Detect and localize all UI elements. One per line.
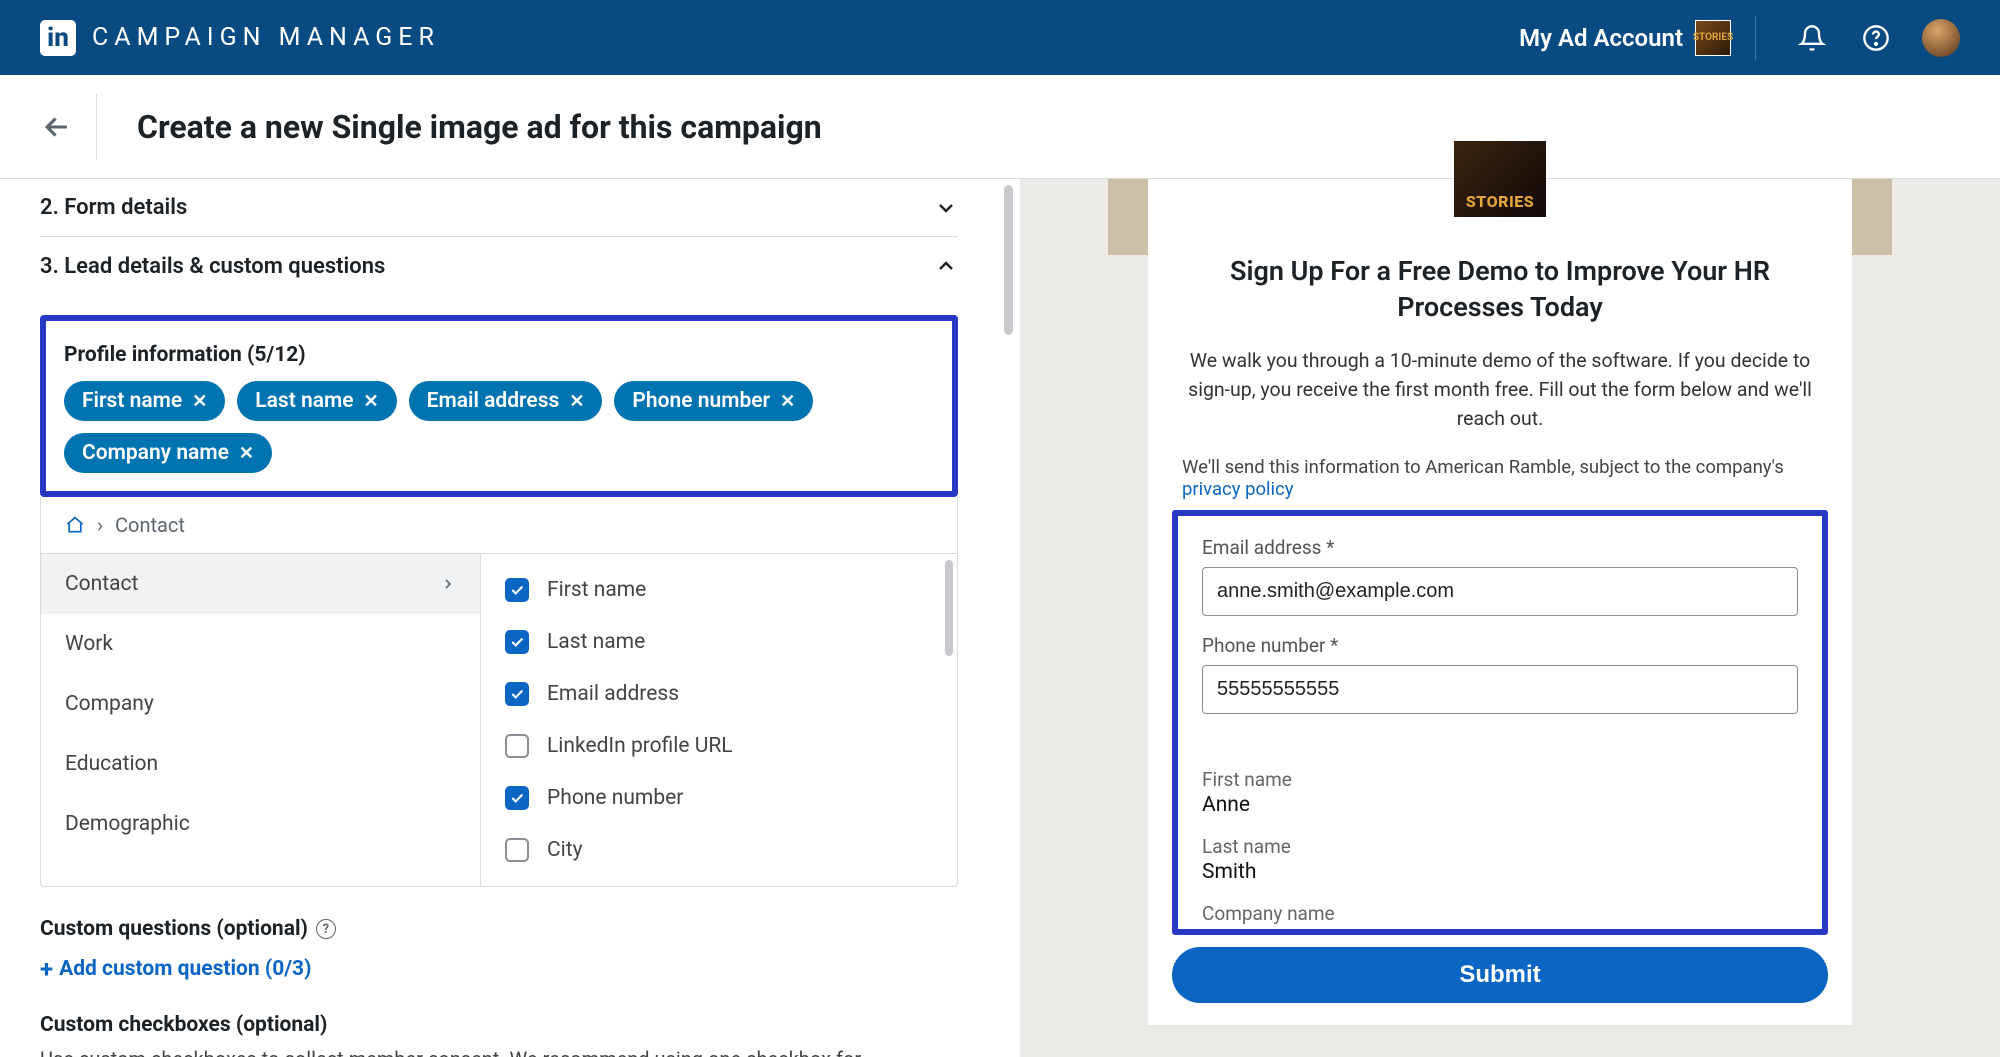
- main-area: 2. Form details 3. Lead details & custom…: [0, 179, 2000, 1057]
- app-name: CAMPAIGN MANAGER: [92, 23, 440, 52]
- option-list: First nameLast nameEmail addressLinkedIn…: [481, 554, 957, 886]
- category-company[interactable]: Company: [41, 674, 480, 734]
- privacy-disclosure-text: We'll send this information to American …: [1182, 456, 1784, 478]
- option-first-name[interactable]: First name: [481, 564, 957, 616]
- category-education[interactable]: Education: [41, 734, 480, 794]
- form-fields-callout: Email address * Phone number * First nam…: [1172, 510, 1828, 935]
- category-list: ContactWorkCompanyEducationDemographic: [41, 554, 481, 886]
- option-last-name[interactable]: Last name: [481, 616, 957, 668]
- custom-checkboxes-desc: Use custom checkboxes to collect member …: [40, 1045, 900, 1057]
- account-switcher[interactable]: My Ad Account: [1519, 24, 1683, 52]
- preview-pane: STORIES Sign Up For a Free Demo to Impro…: [1020, 179, 2000, 1057]
- checkbox[interactable]: [505, 682, 529, 706]
- first-name-value: Anne: [1202, 793, 1798, 817]
- back-arrow-icon[interactable]: [40, 110, 74, 144]
- scrollbar-thumb[interactable]: [1004, 185, 1013, 335]
- chip-email-address[interactable]: Email address✕: [409, 381, 603, 421]
- option-linkedin-profile-url[interactable]: LinkedIn profile URL: [481, 720, 957, 772]
- chevron-right-icon: [440, 576, 456, 592]
- custom-checkboxes-heading: Custom checkboxes (optional): [40, 1013, 958, 1037]
- add-custom-question-label: Add custom question (0/3): [59, 957, 311, 981]
- custom-questions-heading-text: Custom questions (optional): [40, 917, 308, 941]
- phone-field[interactable]: [1202, 665, 1798, 714]
- company-name-label: Company name: [1202, 902, 1798, 925]
- preview-decor: [1108, 179, 1148, 255]
- breadcrumb-current: Contact: [115, 513, 185, 537]
- custom-questions-heading: Custom questions (optional) ?: [40, 917, 958, 941]
- last-name-label: Last name: [1202, 835, 1798, 858]
- preview-decor: [1852, 179, 1892, 255]
- option-city[interactable]: City: [481, 824, 957, 876]
- chip-container: First name✕ Last name✕ Email address✕ Phone…: [64, 381, 934, 473]
- remove-icon[interactable]: ✕: [364, 391, 379, 412]
- breadcrumb: › Contact: [41, 497, 957, 554]
- scrollbar-thumb[interactable]: [945, 560, 953, 656]
- remove-icon[interactable]: ✕: [780, 391, 795, 412]
- preview-card: STORIES Sign Up For a Free Demo to Impro…: [1148, 179, 1852, 1025]
- sub-header: Create a new Single image ad for this ca…: [0, 75, 2000, 179]
- chip-phone-number[interactable]: Phone number✕: [614, 381, 813, 421]
- remove-icon[interactable]: ✕: [569, 391, 584, 412]
- chip-last-name[interactable]: Last name✕: [237, 381, 396, 421]
- first-name-label: First name: [1202, 768, 1798, 791]
- accordion-step-2-label: 2. Form details: [40, 195, 187, 220]
- divider: [96, 94, 97, 160]
- profile-info-callout: Profile information (5/12) First name✕ La…: [40, 315, 958, 497]
- profile-info-label: Profile information (5/12): [64, 343, 934, 367]
- add-custom-question-button[interactable]: + Add custom question (0/3): [40, 955, 958, 983]
- last-name-value: Smith: [1202, 860, 1798, 884]
- chip-company-name[interactable]: Company name✕: [64, 433, 272, 473]
- divider: [1755, 16, 1756, 60]
- help-icon[interactable]: [1862, 24, 1890, 52]
- chevron-up-icon: [934, 254, 958, 278]
- checkbox[interactable]: [505, 630, 529, 654]
- brand-thumbnail: STORIES: [1454, 141, 1546, 217]
- checkbox[interactable]: [505, 734, 529, 758]
- help-icon[interactable]: ?: [316, 919, 336, 939]
- preview-frame: STORIES Sign Up For a Free Demo to Impro…: [1108, 179, 1892, 1057]
- email-label: Email address *: [1202, 536, 1798, 559]
- page-title: Create a new Single image ad for this ca…: [137, 108, 822, 146]
- left-scrollbar[interactable]: [998, 179, 1020, 1057]
- category-contact[interactable]: Contact: [41, 554, 480, 614]
- form-subheadline: We walk you through a 10-minute demo of …: [1186, 346, 1814, 434]
- chevron-down-icon: [934, 196, 958, 220]
- remove-icon[interactable]: ✕: [192, 391, 207, 412]
- option-email-address[interactable]: Email address: [481, 668, 957, 720]
- plus-icon: +: [40, 955, 53, 983]
- field-selector: › Contact ContactWorkCompanyEducationDem…: [40, 497, 958, 887]
- phone-label: Phone number *: [1202, 634, 1798, 657]
- accordion-step-3-label: 3. Lead details & custom questions: [40, 254, 385, 279]
- category-work[interactable]: Work: [41, 614, 480, 674]
- submit-button[interactable]: Submit: [1172, 947, 1828, 1003]
- editor-pane: 2. Form details 3. Lead details & custom…: [0, 179, 998, 1057]
- email-field[interactable]: [1202, 567, 1798, 616]
- bell-icon[interactable]: [1798, 24, 1826, 52]
- account-thumbnail[interactable]: STORIES: [1695, 20, 1731, 56]
- chip-first-name[interactable]: First name✕: [64, 381, 225, 421]
- home-icon[interactable]: [65, 515, 85, 535]
- privacy-policy-link[interactable]: privacy policy: [1182, 478, 1293, 500]
- profile-avatar[interactable]: [1922, 19, 1960, 57]
- privacy-disclosure: We'll send this information to American …: [1182, 456, 1818, 500]
- accordion-step-2[interactable]: 2. Form details: [40, 179, 958, 237]
- option-phone-number[interactable]: Phone number: [481, 772, 957, 824]
- form-headline: Sign Up For a Free Demo to Improve Your …: [1184, 253, 1816, 326]
- breadcrumb-sep: ›: [97, 513, 103, 537]
- accordion-step-3[interactable]: 3. Lead details & custom questions: [40, 237, 958, 295]
- top-bar: in CAMPAIGN MANAGER My Ad Account STORIE…: [0, 0, 2000, 75]
- linkedin-logo[interactable]: in: [40, 20, 76, 56]
- checkbox[interactable]: [505, 838, 529, 862]
- checkbox[interactable]: [505, 786, 529, 810]
- category-demographic[interactable]: Demographic: [41, 794, 480, 854]
- checkbox[interactable]: [505, 578, 529, 602]
- custom-checkboxes-desc-text: Use custom checkboxes to collect member …: [40, 1047, 861, 1057]
- remove-icon[interactable]: ✕: [239, 443, 254, 464]
